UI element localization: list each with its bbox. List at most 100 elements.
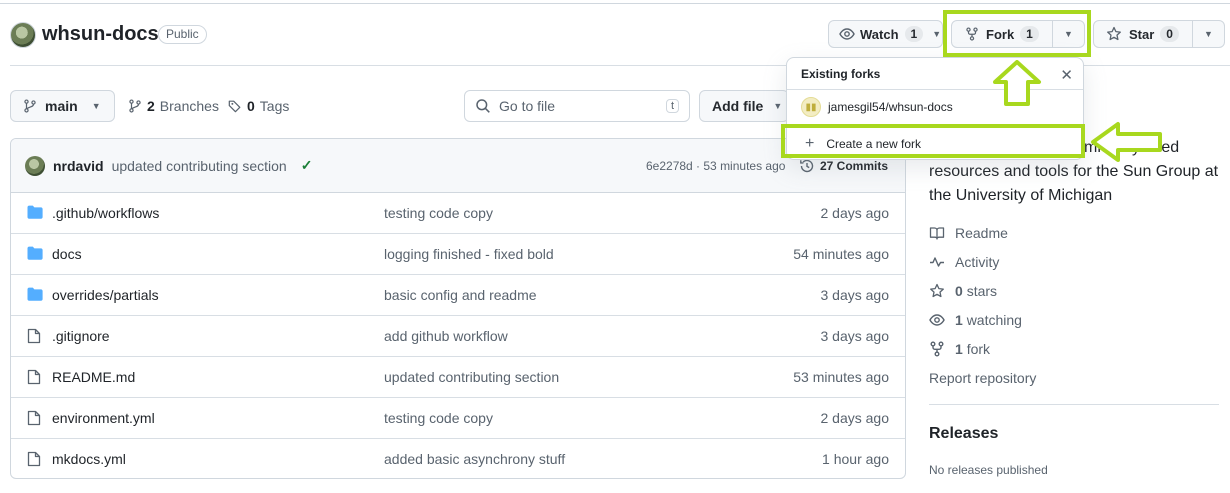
file-row[interactable]: .github/workflows testing code copy 2 days…	[11, 193, 905, 234]
star-button-group: Star 0 ▼	[1093, 20, 1225, 48]
close-icon[interactable]: ✕	[1060, 66, 1073, 84]
stars-count: 0	[955, 283, 963, 299]
author-avatar[interactable]	[25, 155, 45, 176]
file-commit-time: 53 minutes ago	[793, 369, 889, 385]
file-commit-message[interactable]: testing code copy	[384, 410, 493, 426]
star-button[interactable]: Star 0	[1094, 21, 1192, 47]
tag-icon	[228, 99, 242, 113]
dropdown-title: Existing forks	[801, 67, 881, 81]
visibility-badge: Public	[158, 25, 207, 44]
add-file-label: Add file	[712, 98, 764, 114]
commit-author[interactable]: nrdavid	[53, 158, 104, 174]
up-arrow-annotation	[992, 60, 1042, 106]
top-border	[0, 3, 1230, 4]
check-icon[interactable]: ✓	[301, 157, 313, 174]
file-table: nrdavid updated contributing section ✓ 6…	[10, 138, 906, 479]
commit-message[interactable]: updated contributing section	[112, 158, 287, 174]
report-repository-link[interactable]: Report repository	[929, 370, 1036, 386]
tags-count: 0	[247, 98, 255, 114]
file-row[interactable]: environment.yml testing code copy 2 days a…	[11, 398, 905, 439]
file-icon	[27, 410, 41, 426]
chevron-down-icon: ▼	[773, 101, 783, 111]
commit-sha-time[interactable]: 6e2278d · 53 minutes ago	[646, 159, 785, 173]
file-row[interactable]: docs logging finished - fixed bold 54 minu…	[11, 234, 905, 275]
watch-button[interactable]: Watch 1 ▼	[828, 20, 943, 48]
stars-label: stars	[966, 283, 998, 299]
fork-highlight-box	[943, 10, 1091, 57]
star-dropdown-toggle[interactable]: ▼	[1193, 21, 1224, 47]
commits-link[interactable]: 27 Commits	[799, 158, 888, 174]
branch-selector[interactable]: main ▼	[10, 90, 115, 122]
file-row[interactable]: .gitignore add github workflow 3 days ago	[11, 316, 905, 357]
no-releases-text: No releases published	[929, 463, 1048, 477]
file-commit-time: 2 days ago	[820, 410, 890, 426]
file-list: .github/workflows testing code copy 2 days…	[11, 193, 905, 478]
tags-link[interactable]: 0 Tags	[228, 98, 289, 114]
sidebar-divider	[929, 404, 1219, 405]
activity-link[interactable]: Activity	[929, 254, 999, 270]
go-to-file-placeholder: Go to file	[499, 98, 556, 114]
file-icon	[27, 328, 41, 344]
file-name[interactable]: .gitignore	[52, 328, 110, 344]
file-commit-message[interactable]: updated contributing section	[384, 369, 559, 385]
watching-link[interactable]: 1 watching	[929, 312, 1022, 328]
watch-label: Watch	[860, 26, 899, 42]
search-icon	[475, 98, 491, 114]
file-commit-message[interactable]: testing code copy	[384, 205, 493, 221]
file-icon	[27, 369, 41, 385]
forks-link[interactable]: 1 fork	[929, 341, 990, 357]
file-commit-message[interactable]: add github workflow	[384, 328, 508, 344]
stars-link[interactable]: 0 stars	[929, 283, 997, 299]
folder-icon	[27, 246, 43, 260]
file-commit-time: 3 days ago	[820, 328, 890, 344]
file-row[interactable]: overrides/partials basic config and readm…	[11, 275, 905, 316]
star-label: Star	[1129, 26, 1155, 42]
file-row[interactable]: mkdocs.yml added basic asynchrony stuff 1 …	[11, 439, 905, 478]
about-line: the University of Michigan	[929, 187, 1113, 204]
fork-owner-avatar: ▮▮	[801, 97, 821, 117]
existing-fork-name: jamesgil54/whsun-docs	[828, 100, 953, 114]
file-commit-time: 1 hour ago	[822, 451, 889, 467]
file-commit-message[interactable]: added basic asynchrony stuff	[384, 451, 565, 467]
commits-count: 27 Commits	[820, 159, 889, 173]
activity-label: Activity	[955, 254, 1000, 270]
file-name[interactable]: environment.yml	[52, 410, 155, 426]
history-icon	[799, 158, 815, 174]
watching-count: 1	[955, 312, 963, 328]
releases-heading[interactable]: Releases	[929, 425, 998, 443]
branches-link[interactable]: 2 Branches	[128, 98, 219, 114]
file-commit-message[interactable]: basic config and readme	[384, 287, 537, 303]
git-branch-icon	[128, 99, 142, 113]
owner-avatar[interactable]	[10, 22, 36, 48]
branches-label: Branches	[159, 98, 219, 114]
keyboard-shortcut-hint: t	[665, 99, 679, 113]
latest-commit-bar: nrdavid updated contributing section ✓ 6…	[11, 139, 905, 193]
existing-fork-item[interactable]: ▮▮ jamesgil54/whsun-docs	[801, 97, 953, 117]
repo-name[interactable]: whsun-docs	[42, 23, 159, 46]
fork-count: 1	[955, 341, 963, 357]
branches-count: 2	[147, 98, 155, 114]
branch-name: main	[45, 98, 78, 114]
file-commit-time: 54 minutes ago	[793, 246, 889, 262]
star-icon	[1106, 26, 1122, 42]
tags-label: Tags	[259, 98, 290, 114]
readme-label: Readme	[955, 225, 1008, 241]
file-name[interactable]: mkdocs.yml	[52, 451, 126, 467]
folder-icon	[27, 205, 43, 219]
file-name[interactable]: README.md	[52, 369, 135, 385]
file-row[interactable]: README.md updated contributing section 53 …	[11, 357, 905, 398]
file-name[interactable]: overrides/partials	[52, 287, 159, 303]
book-icon	[929, 225, 945, 241]
file-name[interactable]: .github/workflows	[52, 205, 159, 221]
eye-icon	[929, 312, 945, 328]
eye-icon	[839, 26, 855, 42]
file-name[interactable]: docs	[52, 246, 82, 262]
file-icon	[27, 451, 41, 467]
create-fork-highlight-box	[781, 124, 1085, 158]
go-to-file-input[interactable]: Go to file t	[464, 90, 690, 122]
readme-link[interactable]: Readme	[929, 225, 1008, 241]
file-commit-message[interactable]: logging finished - fixed bold	[384, 246, 554, 262]
chevron-down-icon: ▼	[932, 29, 942, 39]
file-commit-time: 3 days ago	[820, 287, 890, 303]
add-file-button[interactable]: Add file ▼	[699, 90, 789, 122]
